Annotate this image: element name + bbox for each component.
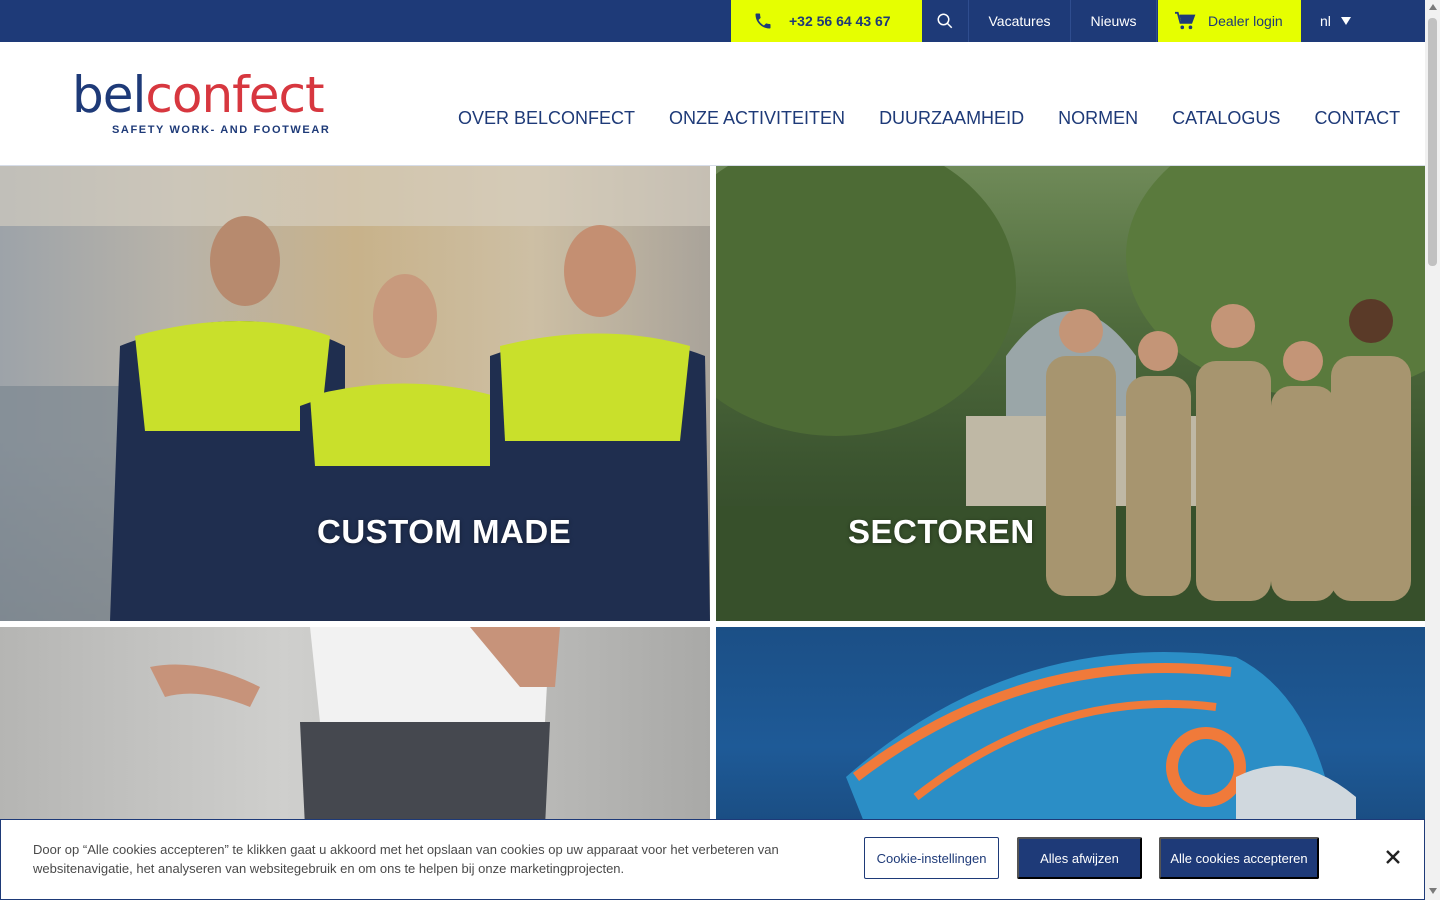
phone-link[interactable]: +32 56 64 43 67 [731, 0, 922, 42]
tile-workwear[interactable] [0, 627, 710, 827]
scrollbar-thumb[interactable] [1428, 18, 1437, 266]
search-icon [937, 13, 953, 29]
logo-tagline: SAFETY WORK- AND FOOTWEAR [112, 124, 331, 136]
nav-duurzaamheid[interactable]: DUURZAAMHEID [879, 108, 1024, 129]
logo-part-bel: bel [72, 66, 146, 124]
nav-normen[interactable]: NORMEN [1058, 108, 1138, 129]
cookie-text: Door op “Alle cookies accepteren” te kli… [33, 842, 779, 876]
nav-over-belconfect[interactable]: OVER BELCONFECT [458, 108, 635, 129]
nav-contact[interactable]: CONTACT [1314, 108, 1400, 129]
scrollbar[interactable] [1425, 0, 1440, 900]
tile-label-custom-made: CUSTOM MADE [317, 513, 572, 550]
cart-icon [1175, 11, 1196, 30]
search-button[interactable] [922, 0, 969, 42]
language-label: nl [1320, 13, 1331, 29]
logo-part-confect: confect [145, 66, 324, 124]
scroll-down-icon[interactable] [1429, 888, 1437, 894]
workwear-photo [150, 627, 560, 827]
nieuws-link[interactable]: Nieuws [1071, 0, 1157, 42]
cookie-settings-button[interactable]: Cookie-instellingen [864, 837, 999, 879]
scroll-up-icon[interactable] [1429, 4, 1437, 10]
nav-catalogus[interactable]: CATALOGUS [1172, 108, 1280, 129]
phone-icon [755, 13, 771, 29]
accept-all-button[interactable]: Alle cookies accepteren [1159, 837, 1319, 879]
close-icon[interactable] [1382, 846, 1404, 868]
logo[interactable]: belconfect SAFETY WORK- AND FOOTWEAR [72, 70, 362, 136]
tile-sectoren[interactable]: SECTOREN [716, 166, 1425, 621]
top-bar: +32 56 64 43 67 Vacatures Nieuws Dealer … [0, 0, 1425, 42]
tile-label-sectoren: SECTOREN [848, 513, 1035, 550]
tile-custom-made[interactable]: CUSTOM MADE [0, 166, 710, 621]
shoe-photo [846, 652, 1356, 827]
language-selector[interactable]: nl [1320, 0, 1351, 42]
logo-wordmark: belconfect [72, 70, 362, 120]
dealer-login-label: Dealer login [1208, 13, 1283, 29]
caret-down-icon [1340, 17, 1351, 25]
phone-number: +32 56 64 43 67 [789, 13, 891, 29]
site-header: belconfect SAFETY WORK- AND FOOTWEAR OVE… [0, 42, 1425, 166]
cookie-banner: Door op “Alle cookies accepteren” te kli… [0, 819, 1425, 900]
tile-footwear[interactable] [716, 627, 1425, 827]
nav-onze-activiteiten[interactable]: ONZE ACTIVITEITEN [669, 108, 845, 129]
dealer-login-button[interactable]: Dealer login [1158, 0, 1301, 42]
workers-photo [0, 166, 710, 621]
team-photo [716, 166, 1425, 621]
reject-all-button[interactable]: Alles afwijzen [1017, 837, 1142, 879]
main-nav: OVER BELCONFECT ONZE ACTIVITEITEN DUURZA… [458, 108, 1400, 129]
vacatures-link[interactable]: Vacatures [969, 0, 1071, 42]
